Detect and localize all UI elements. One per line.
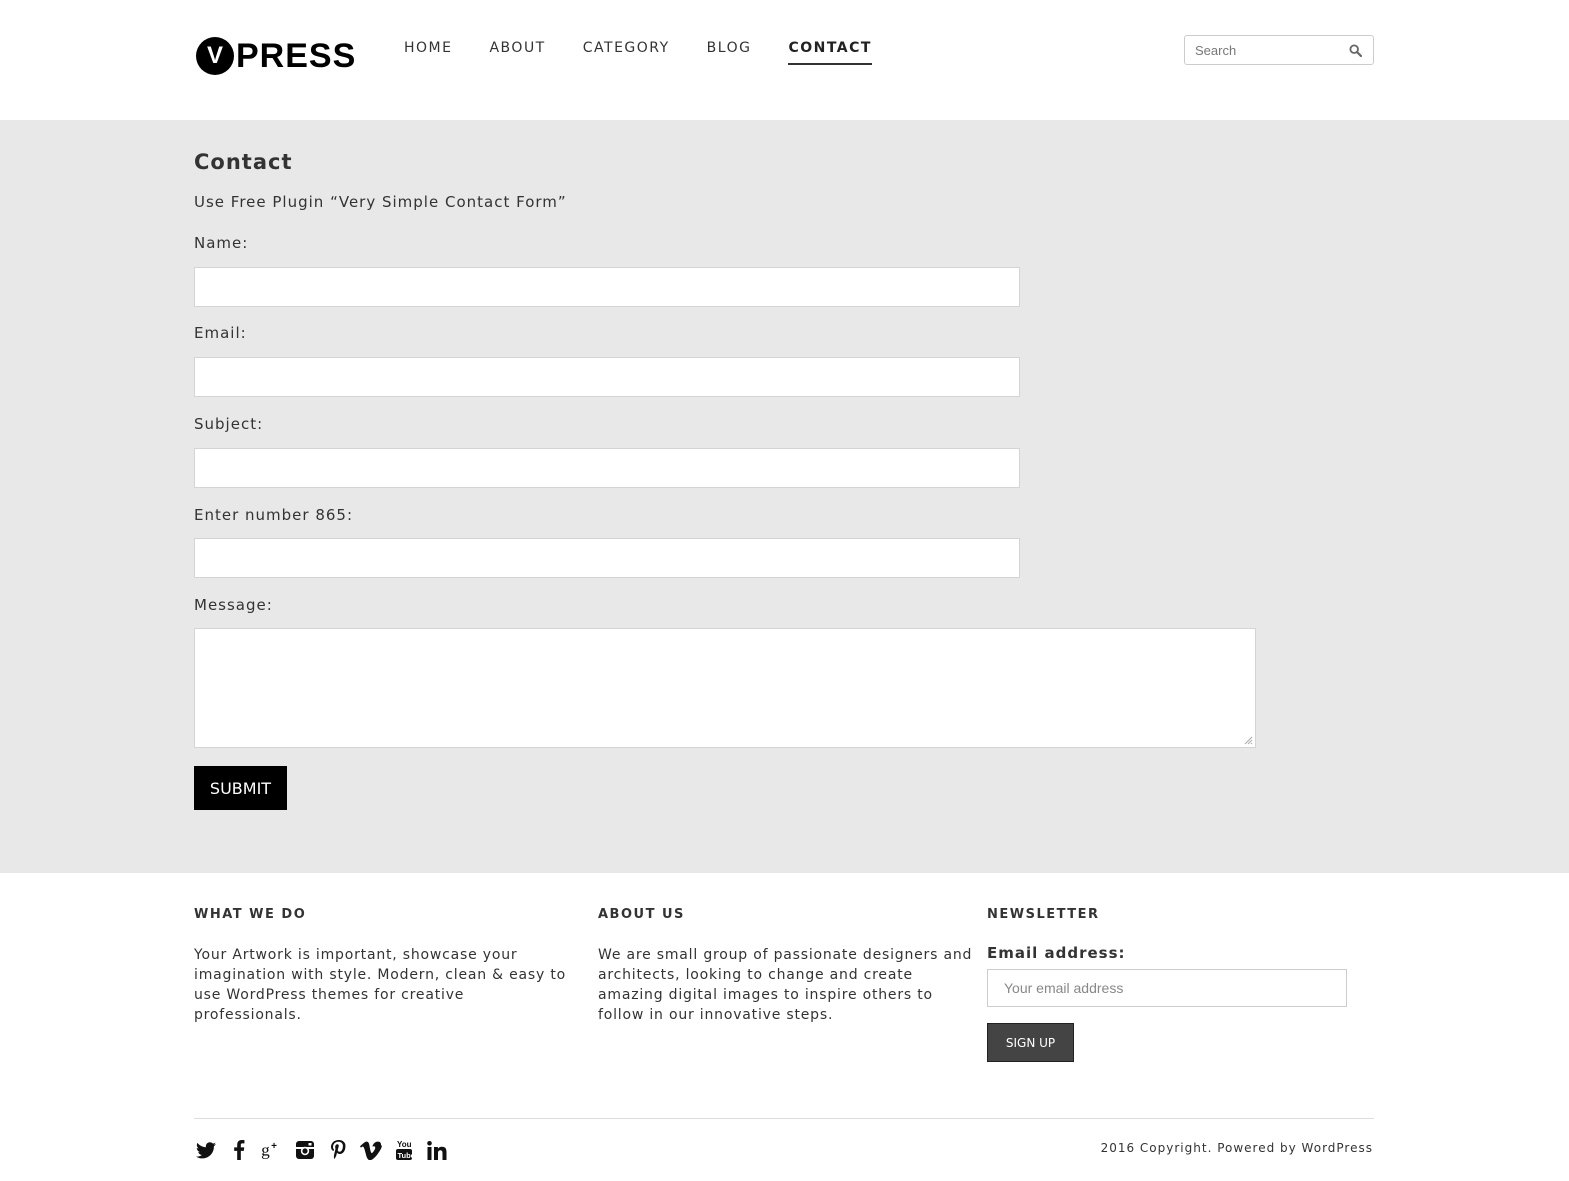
about-us-line: architects, looking to change and create [598,967,913,983]
svg-text:g: g [261,1140,270,1159]
name-label: Name: [194,234,249,252]
linkedin-icon[interactable] [426,1139,448,1161]
message-label: Message: [194,596,273,614]
what-we-do-heading: WHAT WE DO [194,907,307,922]
twitter-icon[interactable] [195,1139,217,1161]
search-icon[interactable] [1345,40,1365,60]
subject-label: Subject: [194,415,264,433]
about-us-heading: ABOUT US [598,907,685,922]
captcha-field[interactable] [194,538,1020,578]
site-header: V PRESS HOME ABOUT CATEGORY BLOG CONTACT [0,0,1569,120]
facebook-icon[interactable] [228,1139,250,1161]
vimeo-icon[interactable] [360,1139,382,1161]
contact-section: Contact Use Free Plugin “Very Simple Con… [0,120,1569,873]
about-us-line: We are small group of passionate designe… [598,947,973,963]
what-we-do-line: imagination with style. Modern, clean & … [194,967,566,983]
pinterest-icon[interactable] [327,1139,349,1161]
what-we-do-line: use WordPress themes for creative [194,987,465,1003]
nav-contact[interactable]: CONTACT [788,40,872,65]
google-plus-icon[interactable]: g + [261,1139,283,1161]
svg-text:Tube: Tube [398,1151,414,1160]
about-us-text: We are small group of passionate designe… [598,945,972,1025]
signup-button[interactable]: SIGN UP [987,1023,1074,1062]
site-logo[interactable]: V PRESS [196,36,356,76]
svg-text:+: + [271,1141,277,1152]
newsletter-heading: NEWSLETTER [987,907,1100,922]
nav-blog[interactable]: BLOG [707,40,752,65]
subject-field[interactable] [194,448,1020,488]
email-field[interactable] [194,357,1020,397]
newsletter-email-label: Email address: [987,944,1126,962]
message-field[interactable] [194,628,1256,748]
footer-divider [194,1118,1374,1119]
youtube-icon[interactable]: You Tube [393,1139,415,1161]
nav-home[interactable]: HOME [404,40,452,65]
what-we-do-text: Your Artwork is important, showcase your… [194,945,566,1025]
captcha-label: Enter number 865: [194,506,354,524]
about-us-line: follow in our innovative steps. [598,1007,834,1023]
site-footer: WHAT WE DO Your Artwork is important, sh… [0,873,1569,1181]
nav-about[interactable]: ABOUT [489,40,545,65]
copyright-text: 2016 Copyright. Powered by WordPress [1100,1141,1373,1155]
main-nav: HOME ABOUT CATEGORY BLOG CONTACT [404,40,909,65]
name-field[interactable] [194,267,1020,307]
what-we-do-line: professionals. [194,1007,302,1023]
logo-badge: V [196,37,234,75]
resize-grip-icon[interactable] [1243,735,1253,745]
social-links: g + You Tube [195,1139,459,1161]
logo-wordmark: PRESS [236,36,357,75]
page-title: Contact [194,150,293,174]
submit-button[interactable]: SUBMIT [194,766,287,810]
instagram-icon[interactable] [294,1139,316,1161]
nav-category[interactable]: CATEGORY [583,40,670,65]
what-we-do-line: Your Artwork is important, showcase your [194,947,518,963]
svg-text:You: You [397,1140,412,1149]
email-label: Email: [194,324,247,342]
about-us-line: amazing digital images to inspire others… [598,987,933,1003]
search-box [1184,35,1374,65]
newsletter-email-input[interactable] [987,969,1347,1007]
intro-text: Use Free Plugin “Very Simple Contact For… [194,193,567,211]
search-input[interactable] [1185,37,1340,63]
